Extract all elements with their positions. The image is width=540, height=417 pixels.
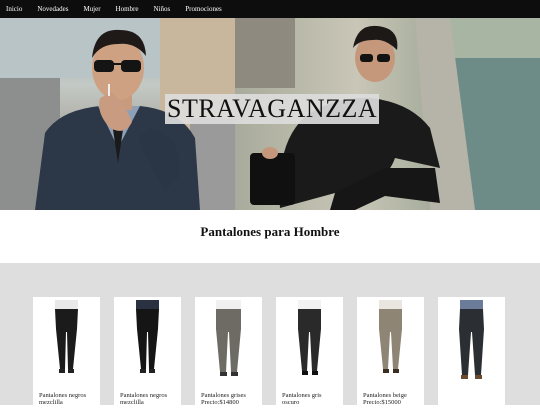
nav-item-hombre[interactable]: Hombre <box>116 5 139 13</box>
nav-item-novedades[interactable]: Novedades <box>37 5 68 13</box>
product-card[interactable] <box>438 297 505 417</box>
hero-banner: STRAVAGANZZA <box>0 18 540 210</box>
product-name: Pantalones negros mezclilla <box>120 392 168 406</box>
product-card[interactable]: Pantalones gris oscuro <box>276 297 343 417</box>
product-image <box>136 300 159 373</box>
product-name: Pantalones gris oscuro <box>282 392 322 406</box>
product-card[interactable]: Pantalones negros mezclilla <box>33 297 100 417</box>
nav-item-ninos[interactable]: Niños <box>154 5 171 13</box>
section-title: Pantalones para Hombre <box>200 224 340 239</box>
product-card[interactable]: Pantalones grises Precio:$14800 <box>195 297 262 417</box>
product-card[interactable]: Pantalones negros mezclilla <box>114 297 181 417</box>
product-name: Pantalones beige Precio:$15000 <box>363 392 407 406</box>
nav-item-inicio[interactable]: Inicio <box>6 5 22 13</box>
product-image <box>459 300 484 379</box>
products-grid: Pantalones negros mezclilla Pantalones n… <box>0 263 540 417</box>
product-card[interactable]: Pantalones beige Precio:$15000 <box>357 297 424 417</box>
brand-logo-text: STRAVAGANZZA <box>165 94 380 124</box>
product-name: Pantalones negros mezclilla <box>39 392 87 406</box>
top-nav: Inicio Novedades Mujer Hombre Niños Prom… <box>0 0 540 18</box>
product-image <box>298 300 321 375</box>
nav-item-promociones[interactable]: Promociones <box>185 5 222 13</box>
nav-item-mujer[interactable]: Mujer <box>83 5 100 13</box>
product-image <box>379 300 402 373</box>
product-name: Pantalones grises Precio:$14800 <box>201 392 246 406</box>
product-image <box>216 300 241 376</box>
product-image <box>55 300 78 373</box>
